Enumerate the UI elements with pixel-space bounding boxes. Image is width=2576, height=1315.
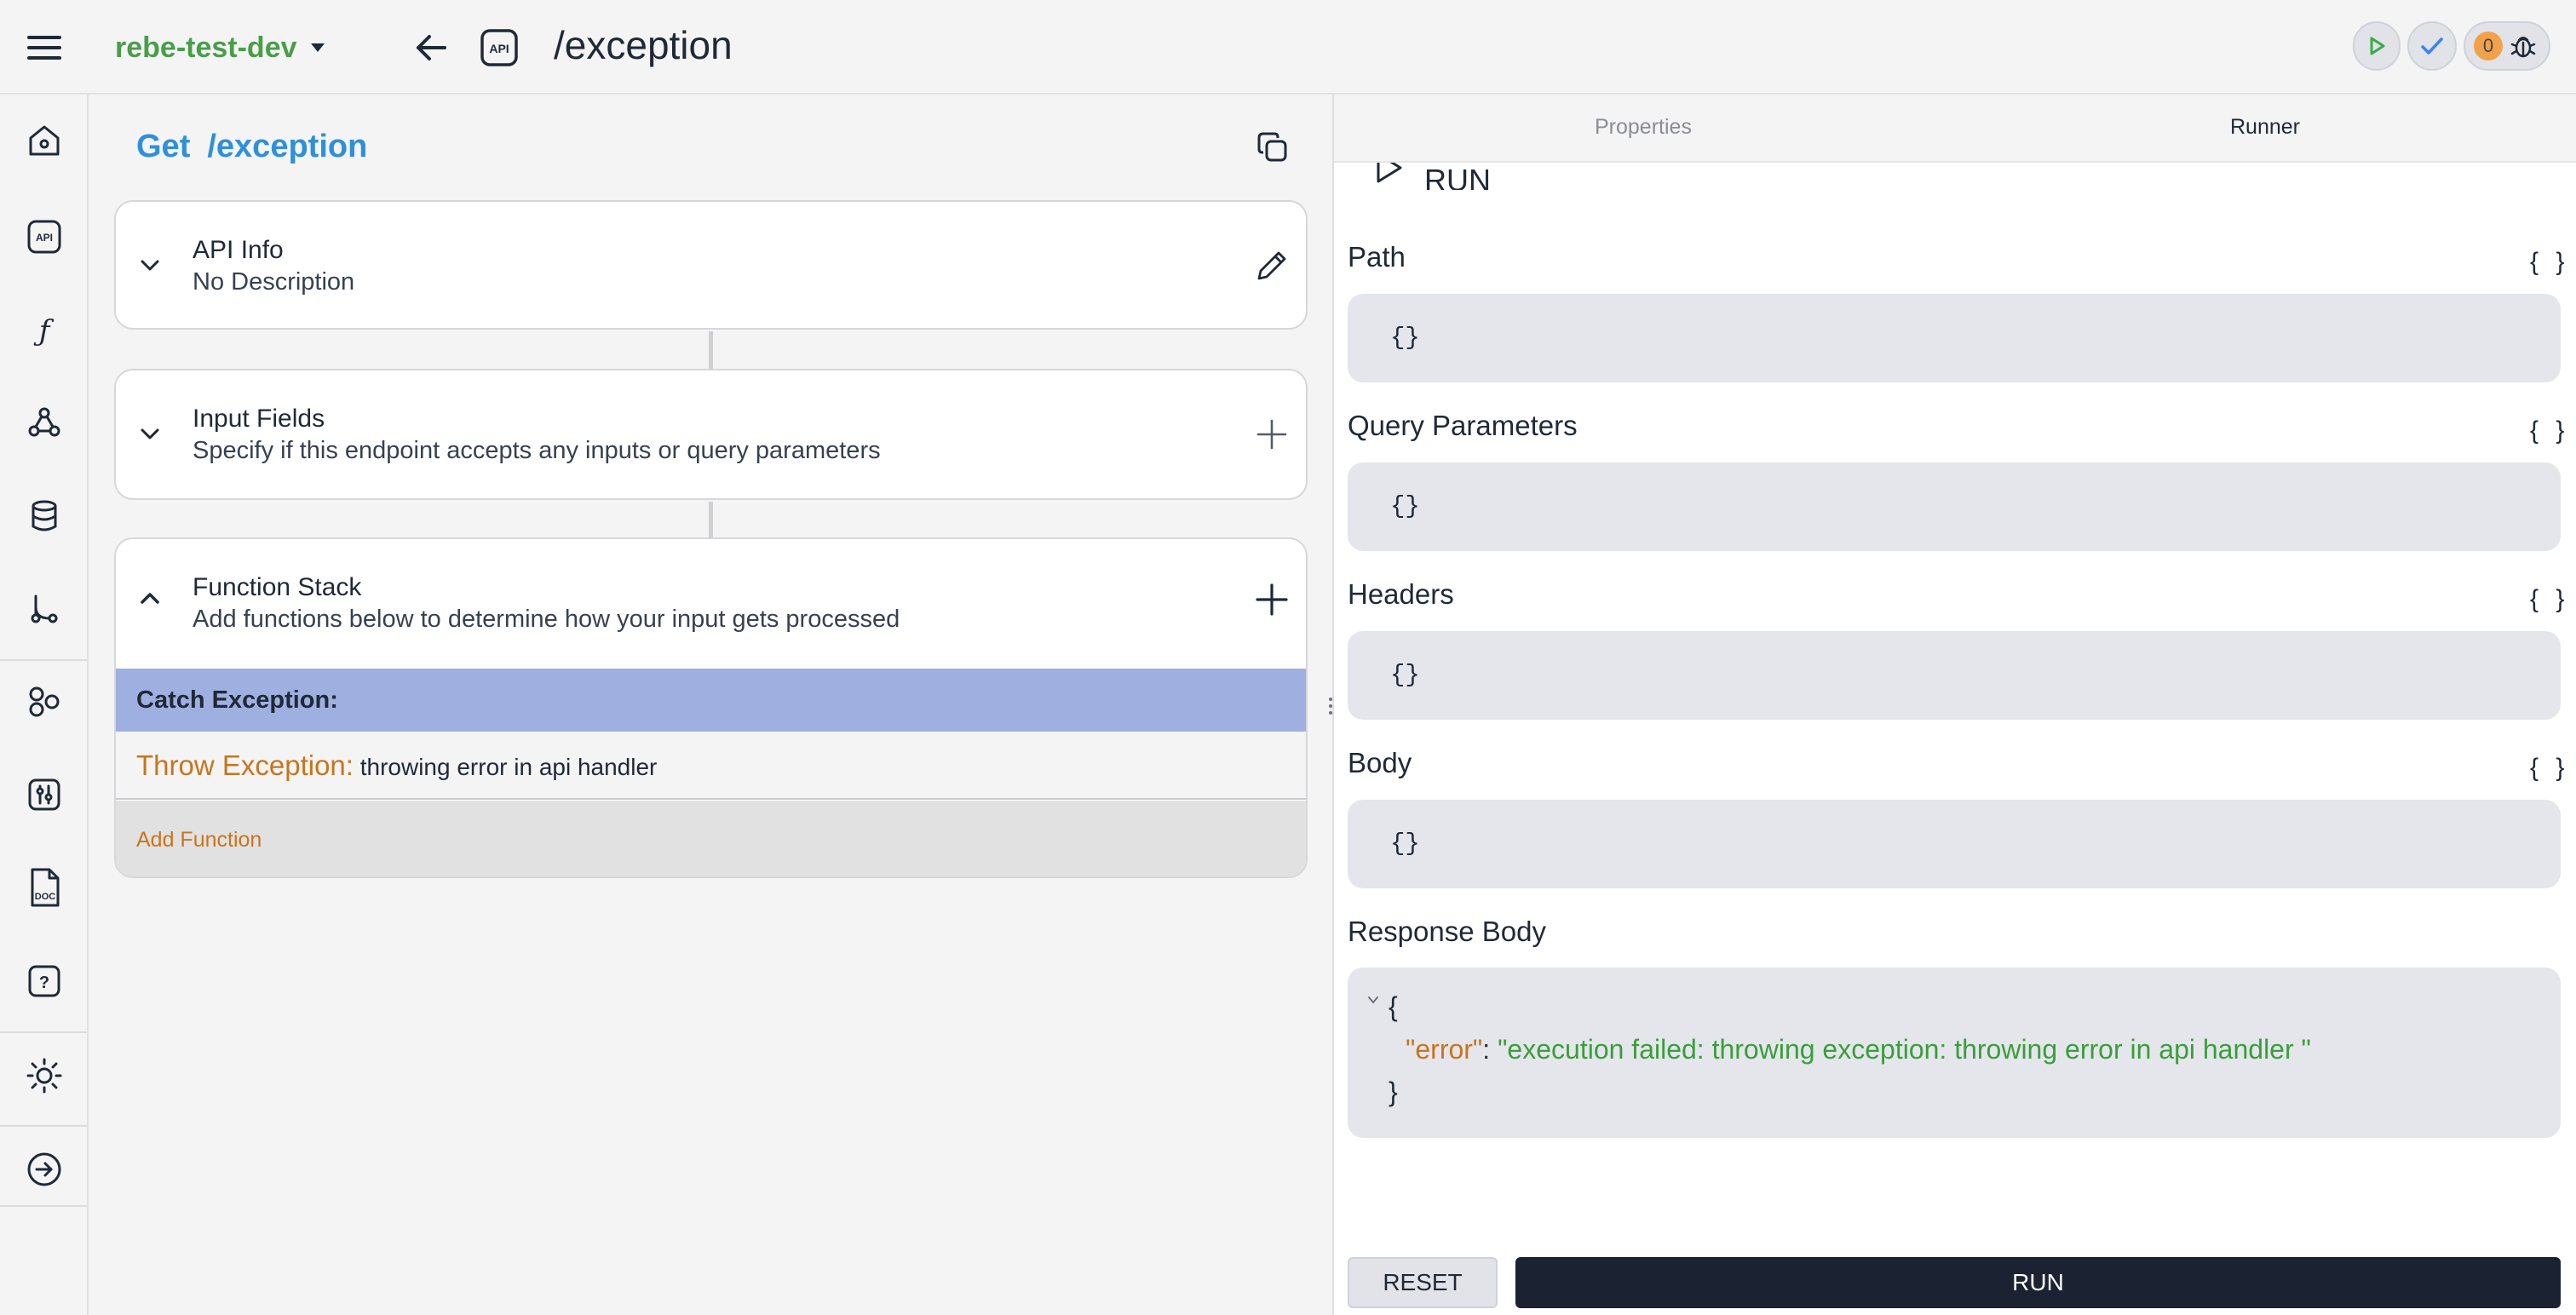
back-arrow-icon[interactable] — [412, 29, 450, 66]
headers-label: Headers — [1348, 578, 1454, 610]
top-bar: rebe-test-dev API /exception 0 — [0, 0, 2576, 95]
api-info-card[interactable]: API Info No Description — [114, 200, 1308, 330]
git-branch-icon[interactable] — [23, 588, 66, 630]
body-label: Body — [1348, 747, 1412, 778]
hamburger-menu-icon[interactable] — [26, 31, 63, 65]
chevron-down-icon[interactable] — [136, 251, 164, 279]
function-stack-description: Add functions below to determine how you… — [193, 606, 900, 633]
runner-panel: RUN Properties Runner Path { } {} Query … — [1334, 95, 2576, 1315]
json-braces-icon[interactable]: { } — [2530, 585, 2569, 614]
api-info-title: API Info — [193, 236, 284, 264]
card-connector — [709, 331, 713, 369]
response-error-line: "error": "execution failed: throwing exc… — [1406, 1034, 2311, 1065]
svg-text:ƒ: ƒ — [33, 314, 55, 348]
response-error-key: "error" — [1406, 1034, 1483, 1065]
reset-button[interactable]: RESET — [1348, 1257, 1498, 1308]
input-fields-title: Input Fields — [193, 405, 325, 433]
function-stack-header[interactable]: Function Stack Add functions below to de… — [116, 539, 1306, 669]
publish-check-button[interactable] — [2407, 21, 2457, 71]
query-parameters-label: Query Parameters — [1348, 410, 1578, 441]
chevron-up-icon[interactable] — [136, 585, 164, 612]
path-json-field[interactable]: {} — [1348, 294, 2561, 382]
run-test-button[interactable] — [2353, 21, 2401, 71]
api-nav-icon[interactable]: API — [23, 215, 66, 258]
function-icon[interactable]: ƒ — [23, 309, 66, 352]
input-fields-description: Specify if this endpoint accepts any inp… — [193, 437, 881, 464]
json-braces-icon[interactable]: { } — [2530, 754, 2569, 783]
runner-tabs: Properties Runner — [1334, 95, 2576, 163]
play-icon — [2366, 35, 2388, 57]
webhook-icon[interactable] — [23, 401, 66, 444]
caret-down-icon — [309, 42, 326, 54]
help-icon[interactable]: ? — [23, 960, 66, 1002]
theme-sun-icon[interactable] — [23, 1054, 66, 1097]
endpoint-title: Get /exception — [136, 129, 367, 165]
response-error-value: "execution failed: throwing exception: t… — [1498, 1034, 2311, 1065]
function-stack-card: Function Stack Add functions below to de… — [114, 537, 1308, 878]
database-icon[interactable] — [23, 495, 66, 537]
settings-sliders-icon[interactable] — [23, 773, 66, 816]
body-json-field[interactable]: {} — [1348, 800, 2561, 888]
headers-json-field[interactable]: {} — [1348, 631, 2561, 720]
function-stack-title: Function Stack — [193, 573, 362, 601]
rail-divider — [0, 659, 87, 661]
input-fields-card[interactable]: Input Fields Specify if this endpoint ac… — [114, 369, 1308, 500]
debug-count-badge: 0 — [2474, 32, 2503, 60]
rail-divider — [0, 1031, 87, 1033]
tab-properties[interactable]: Properties — [1595, 115, 1692, 140]
add-function-plus-icon[interactable] — [1254, 582, 1290, 617]
throw-exception-row[interactable]: Throw Exception: throwing error in api h… — [116, 732, 1306, 800]
endpoint-method: Get — [136, 129, 191, 164]
json-braces-icon[interactable]: { } — [2530, 416, 2569, 445]
api-info-description: No Description — [193, 268, 355, 296]
throw-exception-label: Throw Exception: — [136, 749, 354, 781]
card-connector — [709, 502, 713, 537]
components-icon[interactable] — [23, 680, 66, 723]
chevron-down-icon[interactable] — [136, 420, 164, 447]
throw-exception-message: throwing error in api handler — [359, 754, 658, 780]
add-function-link[interactable]: Add Function — [116, 801, 1306, 876]
add-input-plus-icon[interactable] — [1254, 416, 1290, 452]
left-nav-rail: API ƒ DOC ? — [0, 95, 89, 1315]
copy-icon[interactable] — [1256, 130, 1290, 164]
run-heading: RUN — [1371, 161, 1491, 190]
logout-icon[interactable] — [23, 1148, 66, 1191]
json-braces-icon[interactable]: { } — [2530, 248, 2569, 277]
query-parameters-json-field[interactable]: {} — [1348, 462, 2561, 551]
api-badge-text: API — [489, 42, 509, 55]
play-outline-icon — [1371, 161, 1406, 190]
rail-divider — [0, 1125, 87, 1127]
response-close-brace: } — [1389, 1077, 1398, 1107]
page-title: /exception — [554, 23, 733, 67]
rail-divider — [0, 1205, 87, 1207]
home-icon[interactable] — [23, 119, 66, 162]
api-icon: API — [480, 28, 519, 67]
top-actions: 0 — [2353, 20, 2550, 72]
response-body-viewer: { "error": "execution failed: throwing e… — [1348, 968, 2561, 1138]
check-icon — [2420, 36, 2444, 56]
collapse-chevron-icon[interactable] — [1366, 993, 1380, 1007]
svg-text:?: ? — [39, 973, 49, 992]
run-button[interactable]: RUN — [1515, 1257, 2561, 1308]
tab-runner[interactable]: Runner — [2230, 115, 2300, 140]
svg-text:API: API — [36, 232, 53, 244]
endpoint-editor-panel: Get /exception API Info No Description I… — [89, 95, 1332, 1315]
svg-text:DOC: DOC — [35, 892, 56, 902]
response-body-label: Response Body — [1348, 916, 1546, 947]
docs-icon[interactable]: DOC — [23, 866, 66, 909]
workspace-name: rebe-test-dev — [115, 31, 297, 64]
endpoint-path: /exception — [207, 129, 368, 164]
workspace-selector[interactable]: rebe-test-dev — [115, 29, 326, 66]
bug-icon — [2510, 32, 2537, 60]
debug-button[interactable]: 0 — [2464, 21, 2550, 71]
path-label: Path — [1348, 241, 1406, 273]
catch-exception-row[interactable]: Catch Exception: — [116, 669, 1306, 732]
edit-pencil-icon[interactable] — [1254, 248, 1290, 284]
response-open-brace: { — [1389, 991, 1398, 1022]
